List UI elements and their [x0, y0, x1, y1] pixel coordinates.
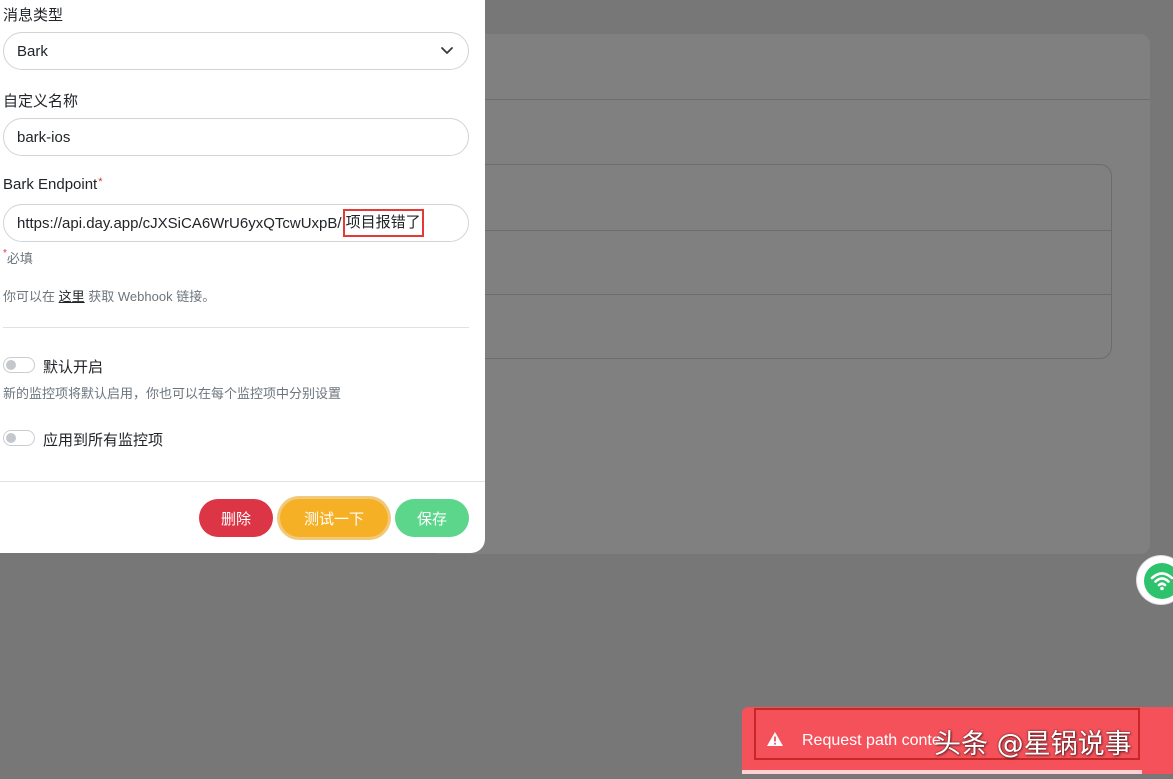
- connection-status-button[interactable]: [1137, 556, 1173, 604]
- chevron-down-icon: [441, 47, 453, 54]
- default-enabled-toggle[interactable]: [3, 357, 35, 373]
- background-divider: [430, 99, 1150, 100]
- dialog-footer-divider: [0, 481, 485, 482]
- custom-name-input[interactable]: bark-ios: [3, 118, 469, 156]
- background-row-divider: [441, 230, 1111, 231]
- message-type-value: Bark: [17, 42, 48, 60]
- default-enabled-label: 默认开启: [43, 359, 104, 376]
- message-type-label: 消息类型: [3, 7, 64, 24]
- required-hint: *必填: [3, 248, 33, 267]
- webhook-hint: 你可以在 这里 获取 Webhook 链接。: [3, 286, 215, 305]
- message-type-select[interactable]: Bark: [3, 32, 469, 70]
- watermark: 头条 @星锅说事: [934, 729, 1132, 760]
- custom-name-value: bark-ios: [17, 128, 71, 146]
- bark-endpoint-label-text: Bark Endpoint: [3, 176, 98, 193]
- section-divider: [3, 327, 469, 328]
- bark-endpoint-input[interactable]: https://api.day.app/cJXSiCA6WrU6yxQTcwUx…: [3, 204, 469, 242]
- webhook-here-link[interactable]: 这里: [59, 289, 85, 304]
- required-hint-text: 必填: [6, 251, 33, 266]
- notification-settings-dialog: 消息类型 Bark 自定义名称 bark-ios Bark Endpoint* …: [0, 0, 485, 553]
- webhook-hint-before: 你可以在: [3, 289, 56, 304]
- bark-endpoint-url: https://api.day.app/cJXSiCA6WrU6yxQTcwUx…: [17, 214, 342, 232]
- save-button[interactable]: 保存: [395, 499, 469, 537]
- custom-name-label: 自定义名称: [3, 93, 79, 110]
- default-enabled-hint: 新的监控项将默认启用，你也可以在每个监控项中分别设置: [3, 386, 342, 401]
- test-button[interactable]: 测试一下: [280, 499, 388, 537]
- toast-progress-bar: [742, 770, 1142, 774]
- highlighted-message-text: 项目报错了: [342, 209, 424, 237]
- background-row-divider: [441, 294, 1111, 295]
- required-star: *: [98, 176, 103, 188]
- webhook-hint-after: 获取 Webhook 链接。: [88, 289, 216, 304]
- apply-all-label: 应用到所有监控项: [43, 432, 164, 449]
- toast-message: Request path conte: [802, 732, 941, 749]
- wifi-icon: [1144, 563, 1173, 599]
- background-list: [440, 164, 1112, 359]
- apply-all-toggle[interactable]: [3, 430, 35, 446]
- warning-icon: [767, 732, 783, 746]
- bark-endpoint-label: Bark Endpoint*: [3, 176, 103, 193]
- delete-button[interactable]: 删除: [199, 499, 273, 537]
